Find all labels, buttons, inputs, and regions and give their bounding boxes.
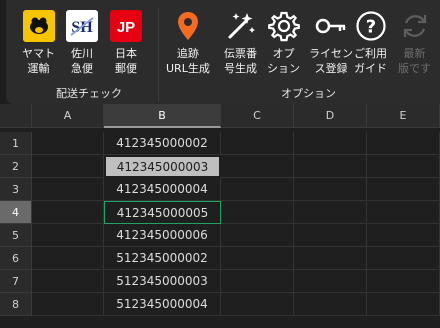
update-button: 最新 版です — [398, 10, 431, 76]
slip-number-label: 伝票番 号生成 — [224, 47, 257, 75]
svg-text:?: ? — [365, 17, 375, 38]
cell-a8[interactable] — [32, 293, 104, 316]
options-group-label: オプション — [281, 87, 336, 100]
yamato-label: ヤマト 運輸 — [22, 47, 55, 75]
cell-d5[interactable] — [294, 224, 367, 247]
cell-a4[interactable] — [32, 201, 104, 224]
cell-d7[interactable] — [294, 270, 367, 293]
guide-label: ご利用 ガイド — [354, 47, 387, 75]
column-header-e[interactable]: E — [367, 104, 440, 128]
license-label: ライセン ス登録 — [309, 47, 353, 75]
slip-number-button[interactable]: 伝票番 号生成 — [224, 10, 257, 76]
cell-c3[interactable] — [221, 178, 294, 201]
cell-c4[interactable] — [221, 201, 294, 224]
column-header-d[interactable]: D — [294, 104, 367, 128]
map-pin-icon — [172, 10, 204, 42]
tracking-url-button[interactable]: 追跡 URL生成 — [166, 10, 210, 76]
update-label: 最新 版です — [398, 47, 431, 75]
cell-c8[interactable] — [221, 293, 294, 316]
shipping-group-label: 配送チェック — [56, 87, 122, 100]
row-header-3[interactable]: 3 — [0, 178, 32, 201]
cell-a1[interactable] — [32, 132, 104, 155]
cell-e1[interactable] — [367, 132, 440, 155]
ribbon: ヤマト 運輸 SH 佐川 急便 JP 日本 郵便 配送チェック — [6, 0, 440, 104]
sagawa-logo-icon: SH — [66, 10, 98, 42]
cell-e5[interactable] — [367, 224, 440, 247]
column-header-c[interactable]: C — [221, 104, 294, 128]
guide-button[interactable]: ? ご利用 ガイド — [354, 10, 387, 76]
cell-e3[interactable] — [367, 178, 440, 201]
row-header-2[interactable]: 2 — [0, 155, 32, 178]
row-header-7[interactable]: 7 — [0, 270, 32, 293]
cell-a6[interactable] — [32, 247, 104, 270]
cell-c6[interactable] — [221, 247, 294, 270]
column-header-a[interactable]: A — [32, 104, 104, 128]
cell-b2[interactable]: 412345000003 — [104, 155, 221, 178]
sagawa-button[interactable]: SH 佐川 急便 — [66, 10, 98, 76]
sagawa-label: 佐川 急便 — [71, 47, 93, 75]
select-all-corner[interactable] — [0, 104, 32, 128]
row-header-1[interactable]: 1 — [0, 132, 32, 155]
cell-d6[interactable] — [294, 247, 367, 270]
cell-a2[interactable] — [32, 155, 104, 178]
cell-a5[interactable] — [32, 224, 104, 247]
cell-e6[interactable] — [367, 247, 440, 270]
cell-d1[interactable] — [294, 132, 367, 155]
options-label: オプ ション — [267, 47, 300, 75]
japan-post-button[interactable]: JP 日本 郵便 — [110, 10, 142, 76]
japan-post-logo-icon: JP — [110, 10, 142, 42]
row-header-6[interactable]: 6 — [0, 247, 32, 270]
cell-b6[interactable]: 512345000002 — [104, 247, 221, 270]
cell-b4[interactable]: 412345000005 — [104, 201, 221, 224]
license-button[interactable]: ライセン ス登録 — [309, 10, 353, 76]
row-header-5[interactable]: 5 — [0, 224, 32, 247]
refresh-icon — [399, 10, 431, 42]
cell-c2[interactable] — [221, 155, 294, 178]
yamato-logo-icon — [22, 10, 55, 42]
cell-e7[interactable] — [367, 270, 440, 293]
gear-icon — [267, 10, 300, 42]
cell-b8[interactable]: 512345000004 — [104, 293, 221, 316]
cell-c5[interactable] — [221, 224, 294, 247]
group-separator — [158, 8, 159, 102]
cell-d2[interactable] — [294, 155, 367, 178]
cell-b7[interactable]: 512345000003 — [104, 270, 221, 293]
japan-post-label: 日本 郵便 — [115, 47, 137, 75]
tracking-url-label: 追跡 URL生成 — [166, 47, 210, 75]
column-header-b[interactable]: B — [104, 104, 221, 128]
cell-b5[interactable]: 412345000006 — [104, 224, 221, 247]
cell-a7[interactable] — [32, 270, 104, 293]
cell-b1[interactable]: 412345000002 — [104, 132, 221, 155]
svg-text:JP: JP — [117, 19, 135, 36]
cell-e8[interactable] — [367, 293, 440, 316]
cell-e2[interactable] — [367, 155, 440, 178]
magic-wand-icon — [225, 10, 257, 42]
help-icon: ? — [355, 10, 387, 42]
cell-c7[interactable] — [221, 270, 294, 293]
cell-a3[interactable] — [32, 178, 104, 201]
spreadsheet-grid: A B C D E 1 2 3 4 5 6 7 8 412345000002 4… — [0, 104, 440, 328]
cell-d8[interactable] — [294, 293, 367, 316]
row-header-8[interactable]: 8 — [0, 293, 32, 316]
key-icon — [315, 10, 347, 42]
cell-c1[interactable] — [221, 132, 294, 155]
cell-e4[interactable] — [367, 201, 440, 224]
options-button[interactable]: オプ ション — [267, 10, 300, 76]
row-header-4[interactable]: 4 — [0, 201, 32, 224]
cell-d4[interactable] — [294, 201, 367, 224]
yamato-button[interactable]: ヤマト 運輸 — [22, 10, 55, 76]
cell-d3[interactable] — [294, 178, 367, 201]
cell-b3[interactable]: 412345000004 — [104, 178, 221, 201]
